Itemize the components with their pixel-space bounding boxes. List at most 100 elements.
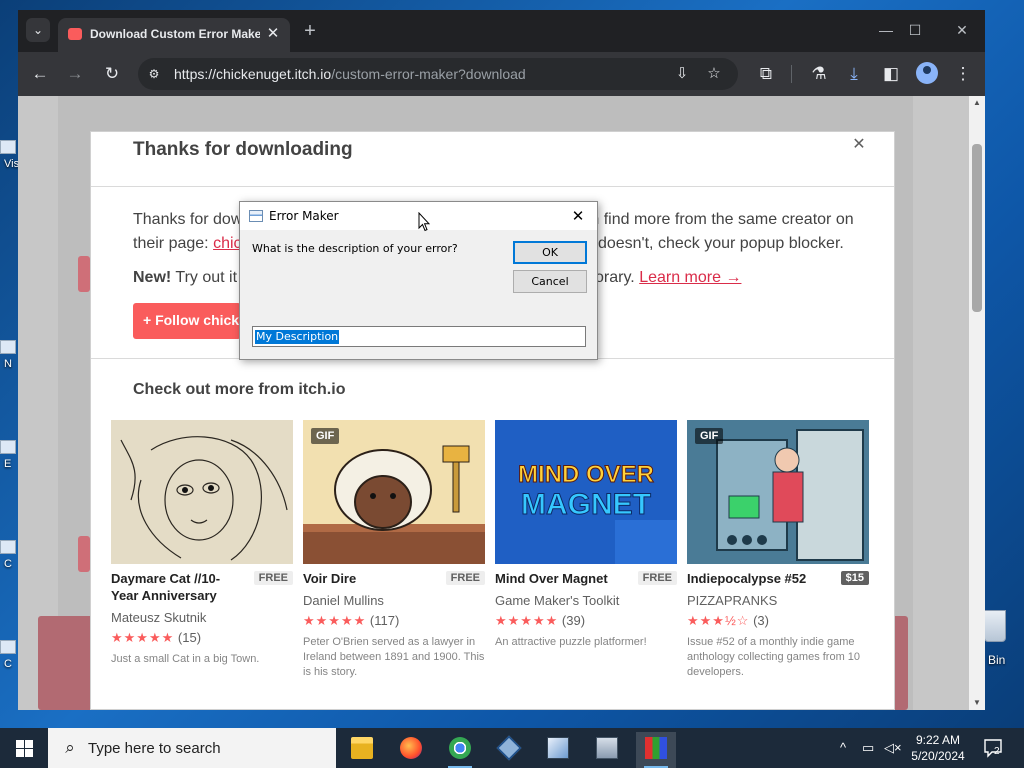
- firefox-button[interactable]: [391, 732, 431, 768]
- folder-icon: [351, 737, 373, 759]
- scrollbar-thumb[interactable]: [972, 144, 982, 312]
- tab-title: Download Custom Error Maker: [90, 27, 260, 41]
- daymare-cat-art: [120, 436, 288, 561]
- scroll-up-arrow-icon[interactable]: ▲: [969, 96, 985, 110]
- notification-center-button[interactable]: 2: [982, 736, 1006, 760]
- maximize-button[interactable]: ☐: [900, 19, 930, 41]
- ok-button[interactable]: OK: [513, 241, 587, 264]
- game-title[interactable]: Indiepocalypse #52: [687, 570, 817, 587]
- scroll-down-arrow-icon[interactable]: ▼: [969, 696, 985, 710]
- file-explorer-button[interactable]: [342, 732, 382, 768]
- taskbar-search-box[interactable]: ⌕ Type here to search: [48, 728, 336, 768]
- error-maker-icon: [645, 737, 667, 759]
- new-tab-button[interactable]: +: [300, 21, 320, 41]
- game-author[interactable]: PIZZAPRANKS: [687, 593, 777, 608]
- reload-button[interactable]: ↻: [100, 62, 124, 86]
- app-icon: [0, 440, 16, 454]
- game-author[interactable]: Daniel Mullins: [303, 593, 384, 608]
- windows-logo-icon: [16, 749, 24, 757]
- learn-more-link[interactable]: Learn more →: [639, 269, 741, 286]
- bookmark-star-icon[interactable]: ☆: [704, 64, 724, 84]
- clock-time: 9:22 AM: [915, 733, 961, 747]
- dialog-close-button[interactable]: ✕: [568, 206, 588, 226]
- install-app-icon[interactable]: ⇩: [672, 64, 692, 84]
- virtualbox-button[interactable]: [489, 732, 529, 768]
- page-scrollbar[interactable]: ▲ ▼: [969, 96, 985, 710]
- game-card[interactable]: Daymare Cat //10-Year Anniversary FREE M…: [111, 420, 293, 690]
- game-thumbnail[interactable]: MIND OVER MAGNET: [495, 420, 677, 564]
- modal-close-button[interactable]: ✕: [850, 136, 868, 154]
- profile-avatar[interactable]: [916, 62, 938, 84]
- url-text[interactable]: https://chickenuget.itch.io/custom-error…: [174, 66, 634, 84]
- tab-close-button[interactable]: ✕: [264, 25, 282, 43]
- star-rating-icon: ★★★★★: [303, 613, 367, 628]
- firefox-icon: [400, 737, 422, 759]
- mind-over-magnet-art: MIND OVER MAGNET: [495, 420, 677, 564]
- tab-active[interactable]: Download Custom Error Maker ✕: [58, 18, 290, 52]
- game-card[interactable]: MIND OVER MAGNET Mind Over Magnet FREE G…: [495, 420, 677, 690]
- volume-muted-icon[interactable]: ◁×: [884, 740, 902, 756]
- desktop-icon-label: Vis: [4, 158, 20, 170]
- follow-button[interactable]: + Follow chick: [133, 303, 241, 339]
- desktop-icon[interactable]: N: [0, 340, 20, 370]
- side-panel-icon[interactable]: ◧: [879, 62, 903, 86]
- text-fragment: their page:: [133, 235, 214, 252]
- game-title[interactable]: Voir Dire: [303, 570, 433, 587]
- recycle-bin[interactable]: Bin: [980, 610, 1024, 670]
- price-badge: FREE: [445, 571, 485, 585]
- toolbar-separator: [791, 65, 792, 83]
- desktop-icon[interactable]: C: [0, 640, 20, 670]
- labs-flask-icon[interactable]: ⚗: [807, 62, 831, 86]
- creator-link[interactable]: chic: [213, 235, 241, 252]
- window-app-icon: [249, 210, 263, 222]
- dialog-title: Error Maker: [269, 209, 339, 223]
- recycle-bin-label: Bin: [988, 653, 1006, 667]
- game-card[interactable]: GIF Indiepocalypse #52 $15 PIZZAPRANKS ★…: [687, 420, 869, 690]
- description-input[interactable]: My Description: [252, 326, 586, 347]
- chrome-button[interactable]: [440, 732, 480, 768]
- desktop-icon[interactable]: Vis: [0, 140, 20, 170]
- site-info-icon[interactable]: ⚙: [146, 66, 162, 82]
- url-host: https://chickenuget.itch.io: [174, 66, 332, 82]
- rating-count: (15): [177, 630, 202, 645]
- tab-search-button[interactable]: ⌄: [26, 18, 50, 42]
- desktop-icon[interactable]: C: [0, 540, 20, 570]
- tray-overflow-chevron-icon[interactable]: ^: [840, 740, 846, 755]
- network-icon[interactable]: ▭: [862, 740, 874, 756]
- windows-logo-icon: [25, 740, 33, 748]
- start-button[interactable]: [0, 728, 48, 768]
- menu-kebab-icon[interactable]: ⋮: [951, 62, 975, 86]
- system-clock[interactable]: 9:22 AM 5/20/2024: [900, 732, 976, 764]
- windows-logo-icon: [25, 749, 33, 757]
- app-button[interactable]: [538, 732, 578, 768]
- extensions-icon[interactable]: ⧉: [754, 62, 778, 86]
- minimize-button[interactable]: —: [871, 19, 901, 41]
- price-badge: $15: [840, 571, 869, 585]
- price-badge: FREE: [253, 571, 293, 585]
- back-button[interactable]: ←: [28, 62, 52, 86]
- game-description: An attractive puzzle platformer!: [495, 636, 647, 648]
- cancel-button[interactable]: Cancel: [513, 270, 587, 293]
- game-title[interactable]: Mind Over Magnet: [495, 570, 625, 587]
- game-thumbnail[interactable]: GIF: [687, 420, 869, 564]
- game-author[interactable]: Game Maker's Toolkit: [495, 593, 619, 608]
- app-button[interactable]: [587, 732, 627, 768]
- desktop-icon-label: E: [4, 458, 12, 470]
- error-maker-taskbar-button[interactable]: [636, 732, 676, 768]
- app-icon: [0, 140, 16, 154]
- game-author[interactable]: Mateusz Skutnik: [111, 610, 206, 625]
- window-close-button[interactable]: ✕: [947, 19, 977, 41]
- forward-button[interactable]: →: [63, 62, 87, 86]
- game-card[interactable]: GIF Voir Dire FREE Daniel Mullins ★★★★★ …: [303, 420, 485, 690]
- game-title[interactable]: Daymare Cat //10-Year Anniversary: [111, 570, 241, 604]
- game-thumbnail[interactable]: GIF: [303, 420, 485, 564]
- desktop-icon-label: N: [4, 358, 12, 370]
- game-rating: ★★★★★ (39): [495, 613, 585, 629]
- text-fragment: orary.: [595, 269, 640, 286]
- address-bar[interactable]: ⚙ https://chickenuget.itch.io/custom-err…: [138, 58, 738, 90]
- desktop-icon[interactable]: E: [0, 440, 20, 470]
- game-thumbnail[interactable]: [111, 420, 293, 564]
- browser-toolbar: ← → ↻ ⚙ https://chickenuget.itch.io/cust…: [18, 52, 985, 96]
- downloads-icon[interactable]: ⤓: [842, 62, 866, 86]
- modal-title: Thanks for downloading: [133, 139, 353, 160]
